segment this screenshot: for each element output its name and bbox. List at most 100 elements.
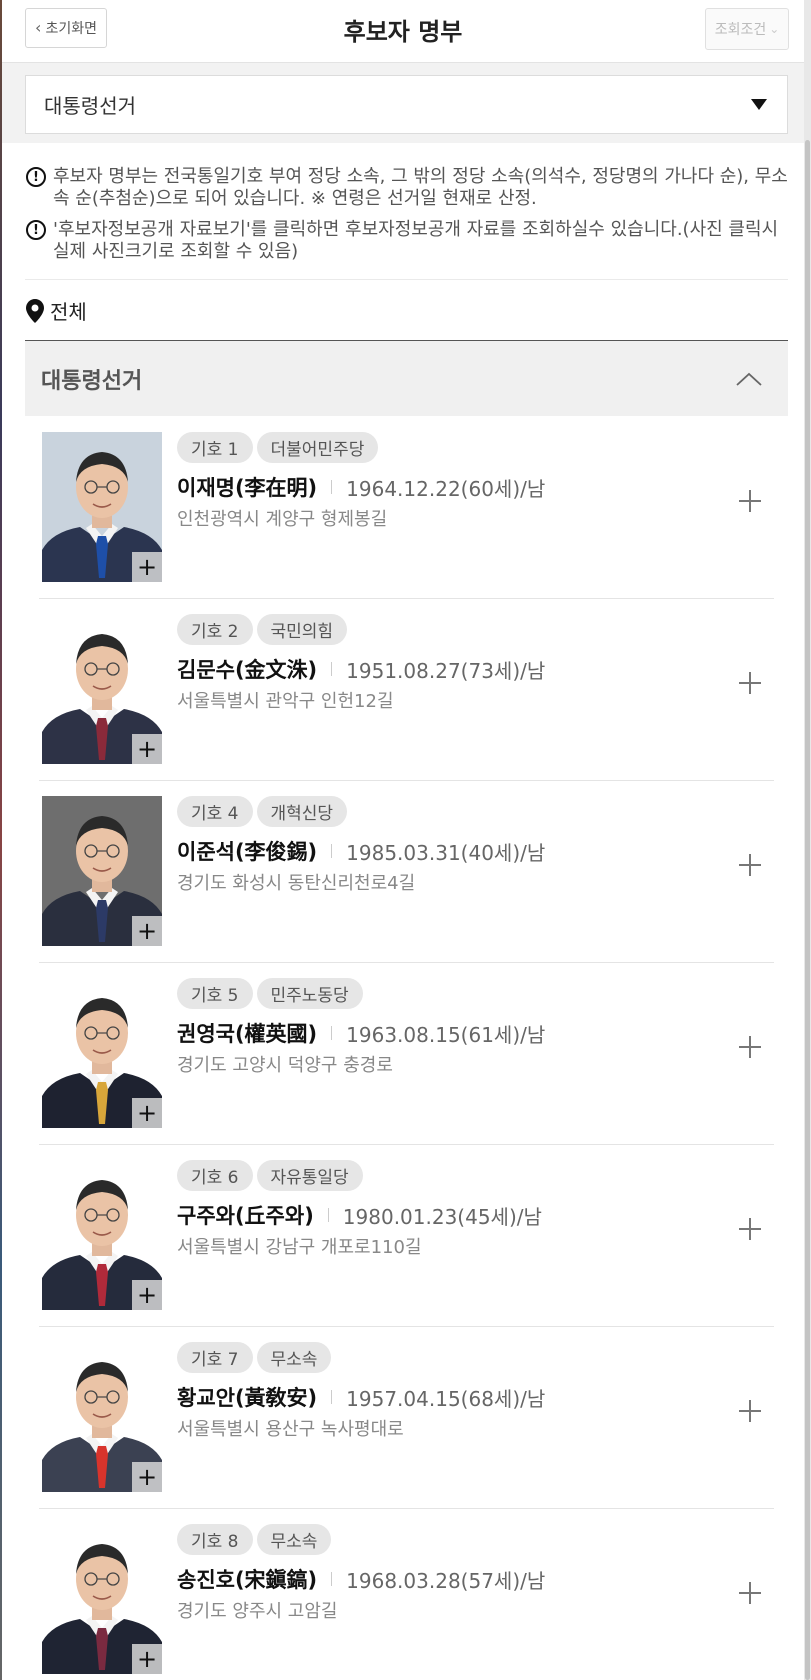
notice-info-disclosure: ! '후보자정보공개 자료보기'를 클릭하면 후보자정보공개 자료를 조회하실수… [26, 219, 788, 263]
candidate-number-badge: 기호 6 [177, 1160, 253, 1191]
candidate-name: 구주와(丘주와) [177, 1204, 314, 1228]
candidate-row: + 기호 2 국민의힘 김문수(金文洙) 1951.08.27(73세)/남 서… [39, 599, 774, 781]
candidate-photo[interactable]: + [42, 796, 162, 946]
candidate-photo[interactable]: + [42, 1342, 162, 1492]
candidate-row: + 기호 7 무소속 황교안(黃敎安) 1957.04.15(68세)/남 서울… [39, 1327, 774, 1509]
candidate-row: + 기호 8 무소속 송진호(宋鎭鎬) 1968.03.28(57세)/남 경기… [39, 1509, 774, 1680]
candidate-number-badge: 기호 7 [177, 1342, 253, 1373]
search-filter-button[interactable]: 조회조건 ⌄ [705, 8, 789, 50]
caret-down-icon [751, 99, 767, 110]
notice-text: '후보자정보공개 자료보기'를 클릭하면 후보자정보공개 자료를 조회하실수 있… [53, 219, 779, 262]
candidate-photo[interactable]: + [42, 1524, 162, 1674]
candidate-row: + 기호 1 더불어민주당 이재명(李在明) 1964.12.22(60세)/남… [39, 417, 774, 599]
candidate-address: 경기도 화성시 동탄신리천로4길 [177, 873, 416, 894]
separator [331, 662, 333, 676]
enlarge-photo-icon[interactable]: + [132, 916, 162, 946]
candidate-name-line: 이재명(李在明) 1964.12.22(60세)/남 [177, 472, 545, 502]
expand-plus-icon[interactable] [738, 671, 762, 695]
candidate-name: 이재명(李在明) [177, 476, 318, 500]
candidate-address: 서울특별시 관악구 인헌12길 [177, 691, 394, 712]
candidate-photo[interactable]: + [42, 1160, 162, 1310]
party-badge: 민주노동당 [256, 978, 363, 1009]
candidate-birth-age-sex: 1968.03.28(57세)/남 [346, 1568, 546, 1593]
location-pin-icon [26, 298, 44, 323]
candidate-row: + 기호 5 민주노동당 권영국(權英國) 1963.08.15(61세)/남 … [39, 963, 774, 1145]
candidate-number-badge: 기호 4 [177, 796, 253, 827]
chevron-up-icon [736, 372, 762, 386]
search-filter-label: 조회조건 [714, 22, 767, 38]
separator [331, 480, 333, 494]
candidate-address: 서울특별시 용산구 녹사평대로 [177, 1419, 404, 1440]
divider [25, 279, 788, 280]
candidate-badges: 기호 8 무소속 [177, 1524, 332, 1555]
separator [327, 1208, 329, 1222]
candidate-badges: 기호 1 더불어민주당 [177, 432, 379, 463]
candidate-address: 경기도 양주시 고암길 [177, 1601, 338, 1622]
candidate-number-badge: 기호 1 [177, 432, 253, 463]
candidate-row: + 기호 4 개혁신당 이준석(李俊錫) 1985.03.31(40세)/남 경… [39, 781, 774, 963]
candidate-number-badge: 기호 5 [177, 978, 253, 1009]
candidate-badges: 기호 5 민주노동당 [177, 978, 363, 1009]
candidate-name: 권영국(權英國) [177, 1022, 318, 1046]
party-badge: 개혁신당 [256, 796, 348, 827]
enlarge-photo-icon[interactable]: + [132, 1644, 162, 1674]
enlarge-photo-icon[interactable]: + [132, 734, 162, 764]
enlarge-photo-icon[interactable]: + [132, 552, 162, 582]
region-text: 전체 [50, 300, 87, 324]
candidate-name-line: 송진호(宋鎭鎬) 1968.03.28(57세)/남 [177, 1564, 545, 1594]
party-badge: 무소속 [256, 1342, 332, 1373]
candidate-birth-age-sex: 1951.08.27(73세)/남 [346, 658, 546, 683]
candidate-badges: 기호 2 국민의힘 [177, 614, 348, 645]
candidate-list: + 기호 1 더불어민주당 이재명(李在明) 1964.12.22(60세)/남… [39, 417, 774, 1680]
candidate-name-line: 권영국(權英國) 1963.08.15(61세)/남 [177, 1018, 545, 1048]
expand-plus-icon[interactable] [738, 853, 762, 877]
exclamation-icon: ! [26, 167, 46, 187]
candidate-name-line: 김문수(金文洙) 1951.08.27(73세)/남 [177, 654, 545, 684]
notice-text: 후보자 명부는 전국통일기호 부여 정당 소속, 그 밖의 정당 소속(의석수,… [53, 166, 788, 209]
expand-plus-icon[interactable] [738, 1217, 762, 1241]
party-badge: 자유통일당 [256, 1160, 363, 1191]
candidate-name: 이준석(李俊錫) [177, 840, 318, 864]
scrollbar-thumb[interactable] [805, 140, 810, 1680]
candidate-name: 김문수(金文洙) [177, 658, 318, 682]
expand-plus-icon[interactable] [738, 1035, 762, 1059]
candidate-badges: 기호 6 자유통일당 [177, 1160, 363, 1191]
expand-plus-icon[interactable] [738, 489, 762, 513]
election-select-area: 대통령선거 [2, 63, 804, 143]
candidate-photo[interactable]: + [42, 432, 162, 582]
page-title: 후보자 명부 [343, 18, 463, 46]
separator [331, 844, 333, 858]
candidate-birth-age-sex: 1964.12.22(60세)/남 [346, 476, 546, 501]
enlarge-photo-icon[interactable]: + [132, 1280, 162, 1310]
candidate-number-badge: 기호 2 [177, 614, 253, 645]
scrollbar[interactable] [804, 0, 811, 1680]
candidate-number-badge: 기호 8 [177, 1524, 253, 1555]
candidate-birth-age-sex: 1963.08.15(61세)/남 [346, 1022, 546, 1047]
party-badge: 무소속 [256, 1524, 332, 1555]
candidate-name-line: 구주와(丘주와) 1980.01.23(45세)/남 [177, 1200, 542, 1230]
notice-order: ! 후보자 명부는 전국통일기호 부여 정당 소속, 그 밖의 정당 소속(의석… [26, 166, 788, 210]
enlarge-photo-icon[interactable]: + [132, 1098, 162, 1128]
candidate-birth-age-sex: 1980.01.23(45세)/남 [342, 1204, 542, 1229]
candidate-address: 서울특별시 강남구 개포로110길 [177, 1237, 422, 1258]
separator [331, 1572, 333, 1586]
candidate-address: 경기도 고양시 덕양구 충경로 [177, 1055, 393, 1076]
candidate-photo[interactable]: + [42, 978, 162, 1128]
section-accordion-header[interactable]: 대통령선거 [25, 341, 788, 416]
page: ‹ 초기화면 후보자 명부 조회조건 ⌄ 대통령선거 ! 후보자 명부는 전국통… [2, 0, 804, 1680]
candidate-badges: 기호 7 무소속 [177, 1342, 332, 1373]
expand-plus-icon[interactable] [738, 1399, 762, 1423]
exclamation-icon: ! [26, 220, 46, 240]
candidate-birth-age-sex: 1957.04.15(68세)/남 [346, 1386, 546, 1411]
candidate-photo[interactable]: + [42, 614, 162, 764]
election-select[interactable]: 대통령선거 [25, 75, 788, 134]
party-badge: 국민의힘 [256, 614, 348, 645]
section-title: 대통령선거 [41, 368, 143, 394]
header: ‹ 초기화면 후보자 명부 조회조건 ⌄ [2, 0, 804, 63]
candidate-badges: 기호 4 개혁신당 [177, 796, 348, 827]
chevron-down-icon: ⌄ [769, 22, 780, 36]
expand-plus-icon[interactable] [738, 1581, 762, 1605]
candidate-name: 황교안(黃敎安) [177, 1386, 318, 1410]
enlarge-photo-icon[interactable]: + [132, 1462, 162, 1492]
candidate-row: + 기호 6 자유통일당 구주와(丘주와) 1980.01.23(45세)/남 … [39, 1145, 774, 1327]
